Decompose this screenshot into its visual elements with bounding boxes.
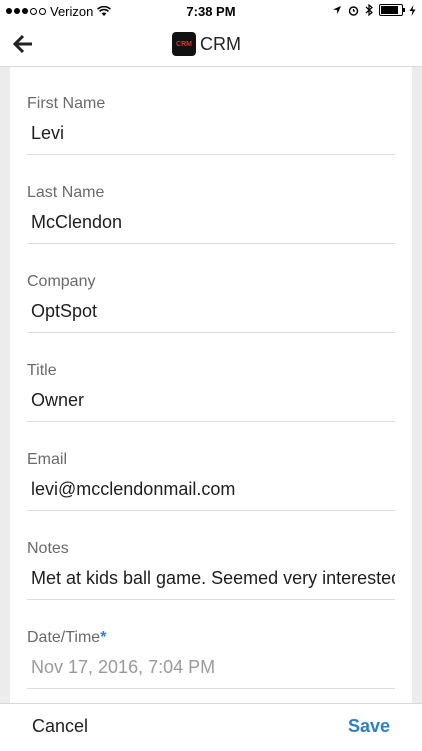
navigation-bar: CRM CRM <box>0 22 422 67</box>
alarm-icon <box>348 5 359 16</box>
back-button[interactable] <box>12 32 40 56</box>
field-label: Date/Time* <box>27 629 106 647</box>
date-time-label: Date/Time <box>27 629 101 646</box>
field-label: Last Name <box>27 184 105 201</box>
title-input[interactable] <box>31 390 395 411</box>
required-marker: * <box>100 629 107 646</box>
location-icon <box>333 6 341 14</box>
field-company: Company <box>27 245 395 333</box>
bottom-action-bar: Cancel Save <box>0 703 422 751</box>
charging-icon <box>409 4 416 16</box>
last-name-input[interactable] <box>31 212 395 233</box>
app-logo: CRM <box>172 32 196 56</box>
field-first-name: First Name <box>27 67 395 155</box>
cancel-button[interactable]: Cancel <box>32 716 88 737</box>
first-name-input[interactable] <box>31 123 395 144</box>
notes-input[interactable] <box>31 568 395 589</box>
battery-icon <box>379 4 405 16</box>
field-email: Email <box>27 423 395 511</box>
field-date-time: Date/Time* Nov 17, 2016, 7:04 PM <box>27 601 395 689</box>
field-label: Title <box>27 362 57 379</box>
bluetooth-icon <box>365 4 373 16</box>
field-last-name: Last Name <box>27 156 395 244</box>
save-button[interactable]: Save <box>348 716 390 737</box>
field-label: First Name <box>27 95 106 112</box>
email-input[interactable] <box>31 479 395 500</box>
field-title: Title <box>27 334 395 422</box>
arrow-left-icon <box>12 34 32 54</box>
field-label: Email <box>27 451 68 468</box>
contact-form: First Name Last Name Company Title Email… <box>10 67 412 703</box>
status-bar: Verizon 7:38 PM <box>0 0 422 22</box>
company-input[interactable] <box>31 301 395 322</box>
field-label: Notes <box>27 540 69 557</box>
field-notes: Notes <box>27 512 395 600</box>
page-title: CRM <box>200 33 241 54</box>
nav-title: CRM CRM <box>172 32 241 56</box>
status-icons <box>332 4 416 16</box>
battery-level <box>381 6 398 14</box>
field-label: Company <box>27 273 96 290</box>
date-time-picker[interactable]: Nov 17, 2016, 7:04 PM <box>31 657 395 678</box>
